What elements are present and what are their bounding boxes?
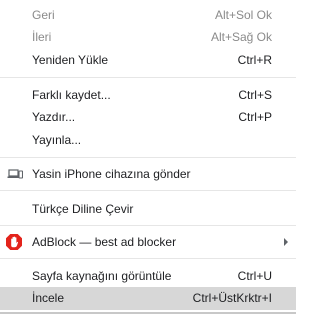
menu-item-inspect[interactable]: İncele Ctrl+ÜstKrktr+I <box>0 287 296 310</box>
menu-separator <box>0 225 296 226</box>
menu-item-cast[interactable]: Yayınla... <box>0 129 296 151</box>
menu-item-translate[interactable]: Türkçe Diline Çevir <box>0 198 296 220</box>
menu-item-send-to-device-label: Yasin iPhone cihazına gönder <box>32 167 191 181</box>
menu-separator <box>0 157 296 158</box>
menu-item-view-source[interactable]: Sayfa kaynağını görüntüle Ctrl+U <box>0 265 296 287</box>
menu-item-reload[interactable]: Yeniden Yükle Ctrl+R <box>0 49 296 71</box>
menu-item-inspect-shortcut: Ctrl+ÜstKrktr+I <box>192 291 272 305</box>
laptop-phone-icon <box>7 167 24 181</box>
menu-item-save-as-shortcut: Ctrl+S <box>238 88 272 102</box>
menu-separator <box>0 190 296 191</box>
menu-item-adblock[interactable]: AdBlock — best ad blocker <box>0 231 296 253</box>
menu-item-view-source-shortcut: Ctrl+U <box>237 269 272 283</box>
menu-item-cast-label: Yayınla... <box>32 133 82 147</box>
menu-item-back-label: Geri <box>32 8 55 22</box>
menu-item-reload-label: Yeniden Yükle <box>32 53 109 67</box>
menu-item-adblock-label: AdBlock — best ad blocker <box>32 235 177 249</box>
menu-item-view-source-label: Sayfa kaynağını görüntüle <box>32 269 172 283</box>
menu-item-print-label: Yazdır... <box>32 110 76 124</box>
menu-item-reload-shortcut: Ctrl+R <box>237 53 272 67</box>
menu-item-translate-label: Türkçe Diline Çevir <box>32 202 134 216</box>
menu-separator <box>0 258 296 259</box>
menu-item-inspect-label: İncele <box>32 291 65 305</box>
menu-item-send-to-device[interactable]: Yasin iPhone cihazına gönder <box>0 163 296 185</box>
menu-item-save-as-label: Farklı kaydet... <box>32 88 111 102</box>
menu-item-back-shortcut: Alt+Sol Ok <box>214 8 272 22</box>
menu-item-forward-shortcut: Alt+Sağ Ok <box>210 30 272 44</box>
menu-item-forward[interactable]: İleri Alt+Sağ Ok <box>0 26 296 48</box>
menu-separator <box>0 77 296 78</box>
menu-item-print[interactable]: Yazdır... Ctrl+P <box>0 106 296 128</box>
adblock-hand-icon <box>5 233 23 251</box>
menu-item-back[interactable]: Geri Alt+Sol Ok <box>0 4 296 26</box>
context-menu: Geri Alt+Sol Ok İleri Alt+Sağ Ok Yeniden… <box>0 0 296 314</box>
menu-item-save-as[interactable]: Farklı kaydet... Ctrl+S <box>0 84 296 106</box>
chevron-right-icon <box>284 238 288 246</box>
menu-item-forward-label: İleri <box>32 30 52 44</box>
menu-item-print-shortcut: Ctrl+P <box>238 110 272 124</box>
